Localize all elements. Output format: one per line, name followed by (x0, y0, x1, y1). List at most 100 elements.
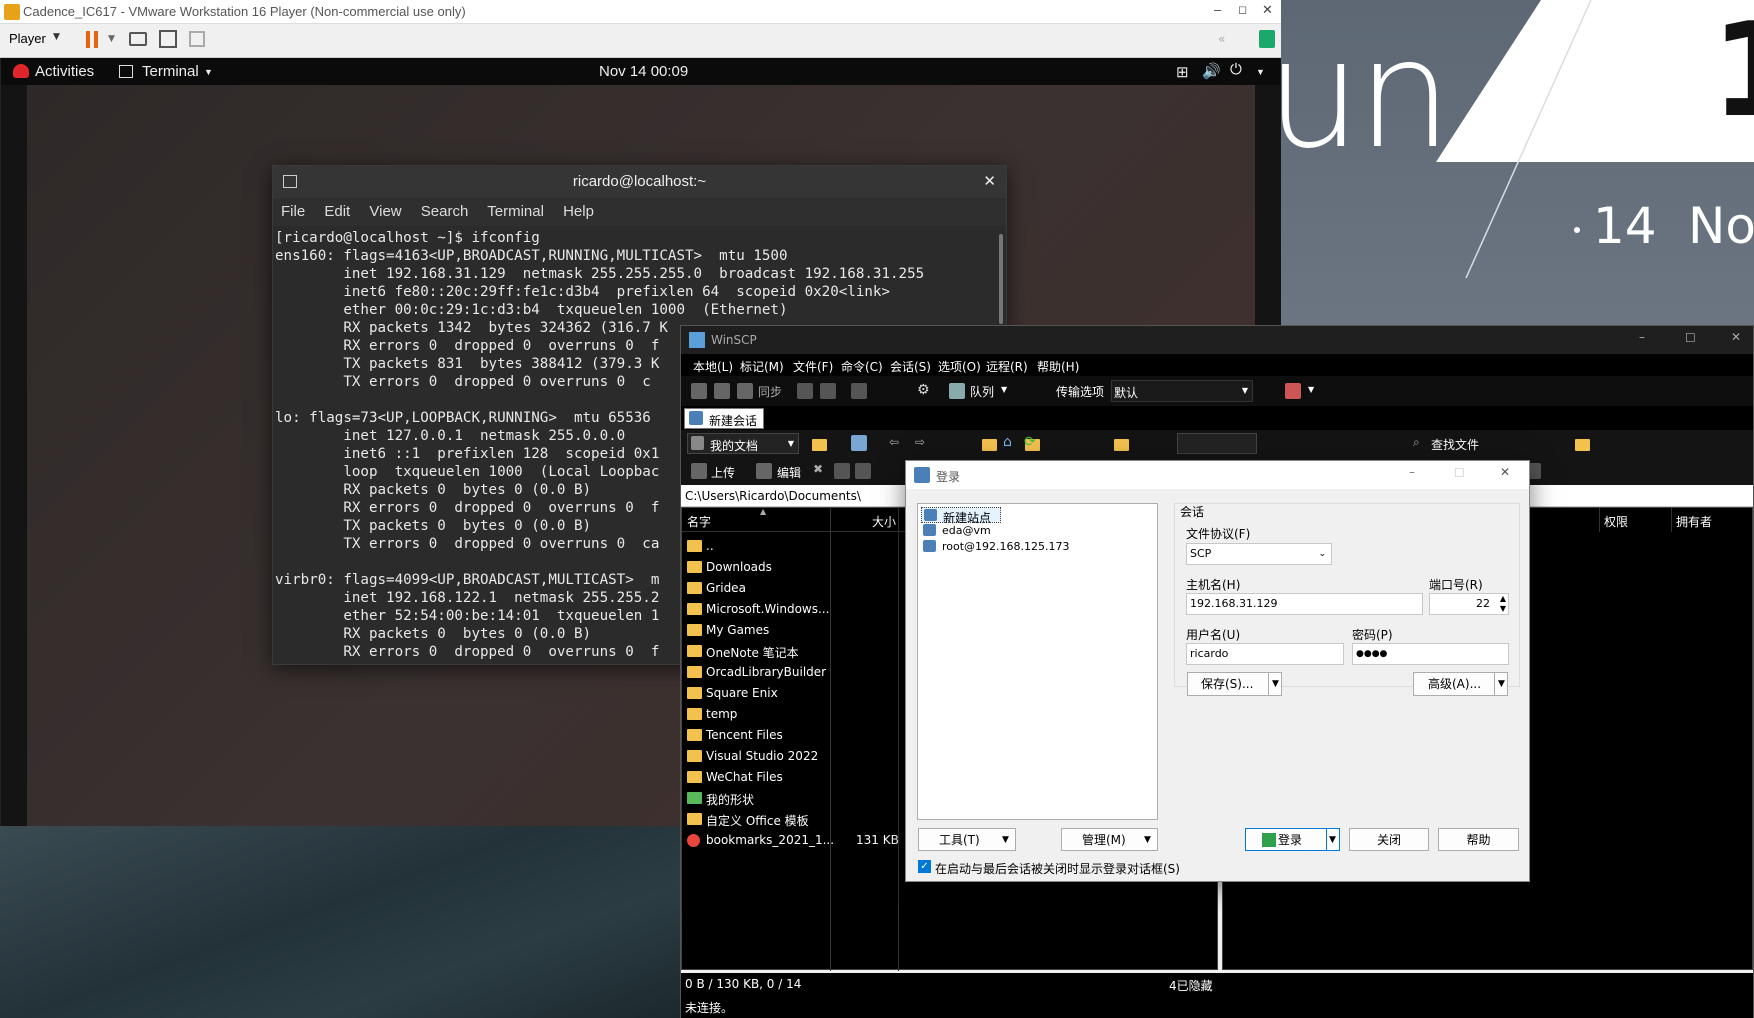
host-input[interactable]: 192.168.31.129 (1186, 593, 1423, 615)
notes-icon[interactable] (1259, 30, 1275, 48)
chevron-down-icon[interactable]: ▼ (204, 67, 213, 77)
chevron-down-icon[interactable]: ▼ (1308, 385, 1314, 394)
toolbar-icon[interactable] (820, 383, 836, 399)
toolbar-icon[interactable] (714, 383, 730, 399)
menu-edit[interactable]: Edit (324, 203, 350, 220)
minimize-icon[interactable]: – (1409, 465, 1415, 479)
chevron-down-icon[interactable]: ▼ (1001, 385, 1007, 394)
minimize-icon[interactable]: – (1214, 2, 1221, 17)
parent-dir-icon[interactable] (981, 438, 997, 451)
chevron-down-icon[interactable]: ▼ (1002, 829, 1009, 851)
maximize-icon[interactable]: ☐ (1685, 331, 1696, 345)
terminal-titlebar[interactable]: ricardo@localhost:~ ✕ (273, 166, 1006, 198)
volume-icon[interactable]: 🔊 (1202, 62, 1221, 80)
protocol-select[interactable]: SCP ⌄ (1186, 543, 1332, 565)
chevron-down-icon[interactable]: ▼ (1272, 673, 1279, 695)
sync-button[interactable]: 同步 (758, 383, 782, 400)
forward-icon[interactable]: ⇨ (915, 435, 925, 449)
column-divider[interactable] (1599, 508, 1600, 532)
open-folder-icon[interactable] (812, 438, 827, 451)
site-tree[interactable]: 新建站点 eda@vm root@192.168.125.173 (917, 503, 1158, 820)
rename-icon[interactable] (834, 463, 850, 479)
menu-remote[interactable]: 远程(R) (986, 358, 1028, 375)
edit-icon[interactable] (756, 463, 772, 479)
upload-button[interactable]: 上传 (711, 464, 735, 481)
home-icon[interactable]: ⌂ (1003, 434, 1012, 450)
chevron-down-icon[interactable]: ▼ (108, 34, 115, 44)
spinner-down-icon[interactable]: ▼ (1500, 599, 1506, 619)
properties-icon[interactable] (855, 463, 871, 479)
filter-icon[interactable] (851, 435, 867, 451)
sync-browse-icon[interactable] (1114, 438, 1130, 451)
menu-session[interactable]: 会话(S) (890, 358, 931, 375)
close-icon[interactable]: ✕ (1262, 2, 1273, 18)
toolbar-icon[interactable] (797, 383, 813, 399)
upload-icon[interactable] (691, 463, 707, 479)
vmware-titlebar[interactable]: Cadence_IC617 - VMware Workstation 16 Pl… (0, 0, 1281, 24)
send-ctrl-alt-del-icon[interactable] (129, 32, 147, 46)
site-item[interactable]: eda@vm (921, 523, 1071, 539)
sync-icon[interactable] (737, 383, 753, 399)
power-icon[interactable]: ⏻ (1230, 61, 1242, 78)
login-dialog[interactable]: 登录 – ☐ ✕ 新建站点 eda@vm root@192.168.125.17… (905, 460, 1530, 882)
help-button[interactable]: 帮助 (1438, 828, 1519, 851)
delete-icon[interactable]: ✖ (813, 462, 823, 476)
tab-new-session[interactable]: 新建会话 (684, 408, 764, 429)
menu-local[interactable]: 本地(L) (693, 358, 733, 375)
site-item-new[interactable]: 新建站点 (921, 507, 1001, 525)
network-icon[interactable]: ⊞ (1176, 63, 1189, 81)
toolbar-icon[interactable] (1575, 438, 1591, 451)
close-button[interactable]: 关闭 (1349, 828, 1429, 851)
menu-terminal[interactable]: Terminal (487, 203, 544, 220)
column-name[interactable]: 名字 (687, 513, 711, 530)
tools-button[interactable]: 工具(T) ▼ (918, 828, 1016, 851)
show-login-checkbox[interactable]: ✓ (918, 860, 931, 873)
close-icon[interactable]: ✕ (1731, 330, 1741, 344)
pause-icon[interactable] (86, 31, 90, 48)
refresh-icon[interactable]: ⟳ (1024, 434, 1036, 450)
close-icon[interactable]: ✕ (1500, 465, 1510, 479)
menu-file[interactable]: File (281, 203, 305, 220)
site-item[interactable]: root@192.168.125.173 (921, 539, 1121, 555)
menu-options[interactable]: 选项(O) (938, 358, 981, 375)
column-permissions[interactable]: 权限 (1604, 513, 1628, 530)
find-files-button[interactable]: 查找文件 (1431, 436, 1479, 453)
activities-button[interactable]: Activities (35, 63, 94, 80)
scrollbar[interactable] (999, 234, 1003, 324)
login-titlebar[interactable]: 登录 – ☐ ✕ (906, 461, 1529, 489)
queue-button[interactable]: 队列 (970, 383, 994, 400)
unity-icon[interactable] (189, 31, 205, 47)
clock[interactable]: Nov 14 00:09 (599, 63, 688, 80)
maximize-icon[interactable]: ☐ (1454, 466, 1465, 480)
rewind-icon[interactable]: « (1218, 32, 1225, 46)
minimize-icon[interactable]: – (1639, 330, 1645, 344)
chevron-down-icon[interactable]: ▼ (1329, 829, 1336, 851)
maximize-icon[interactable]: ◻ (1238, 3, 1247, 16)
network-icon[interactable] (1285, 383, 1301, 399)
login-button[interactable]: 登录 ▼ (1245, 828, 1340, 851)
toolbar-icon[interactable] (851, 383, 867, 399)
menu-help[interactable]: 帮助(H) (1037, 358, 1079, 375)
save-button[interactable]: 保存(S)... ▼ (1187, 672, 1282, 696)
toolbar-icon[interactable] (691, 383, 707, 399)
chevron-down-icon[interactable]: ▼ (1144, 829, 1151, 851)
close-icon[interactable]: ✕ (983, 166, 996, 198)
remote-dir-select[interactable] (1177, 433, 1257, 454)
manage-button[interactable]: 管理(M) ▼ (1061, 828, 1158, 851)
menu-search[interactable]: Search (421, 203, 469, 220)
menu-command[interactable]: 命令(C) (841, 358, 883, 375)
transfer-preset-select[interactable]: 默认 ▼ (1111, 380, 1253, 402)
port-input[interactable]: 22 ▲ ▼ (1429, 593, 1509, 615)
search-icon[interactable]: ⌕ (1413, 435, 1420, 450)
winscp-titlebar[interactable]: WinSCP – ☐ ✕ (681, 326, 1753, 354)
local-dir-select[interactable]: 我的文档 ▼ (687, 433, 799, 454)
username-input[interactable]: ricardo (1186, 643, 1344, 665)
back-icon[interactable]: ⇦ (889, 435, 899, 449)
player-menu-button[interactable]: Player (9, 31, 46, 46)
queue-icon[interactable] (949, 383, 965, 399)
password-input[interactable]: ●●●● (1352, 643, 1509, 665)
fullscreen-icon[interactable] (159, 30, 177, 48)
menu-file[interactable]: 文件(F) (793, 358, 833, 375)
menu-help[interactable]: Help (563, 203, 594, 220)
menu-view[interactable]: View (369, 203, 401, 220)
